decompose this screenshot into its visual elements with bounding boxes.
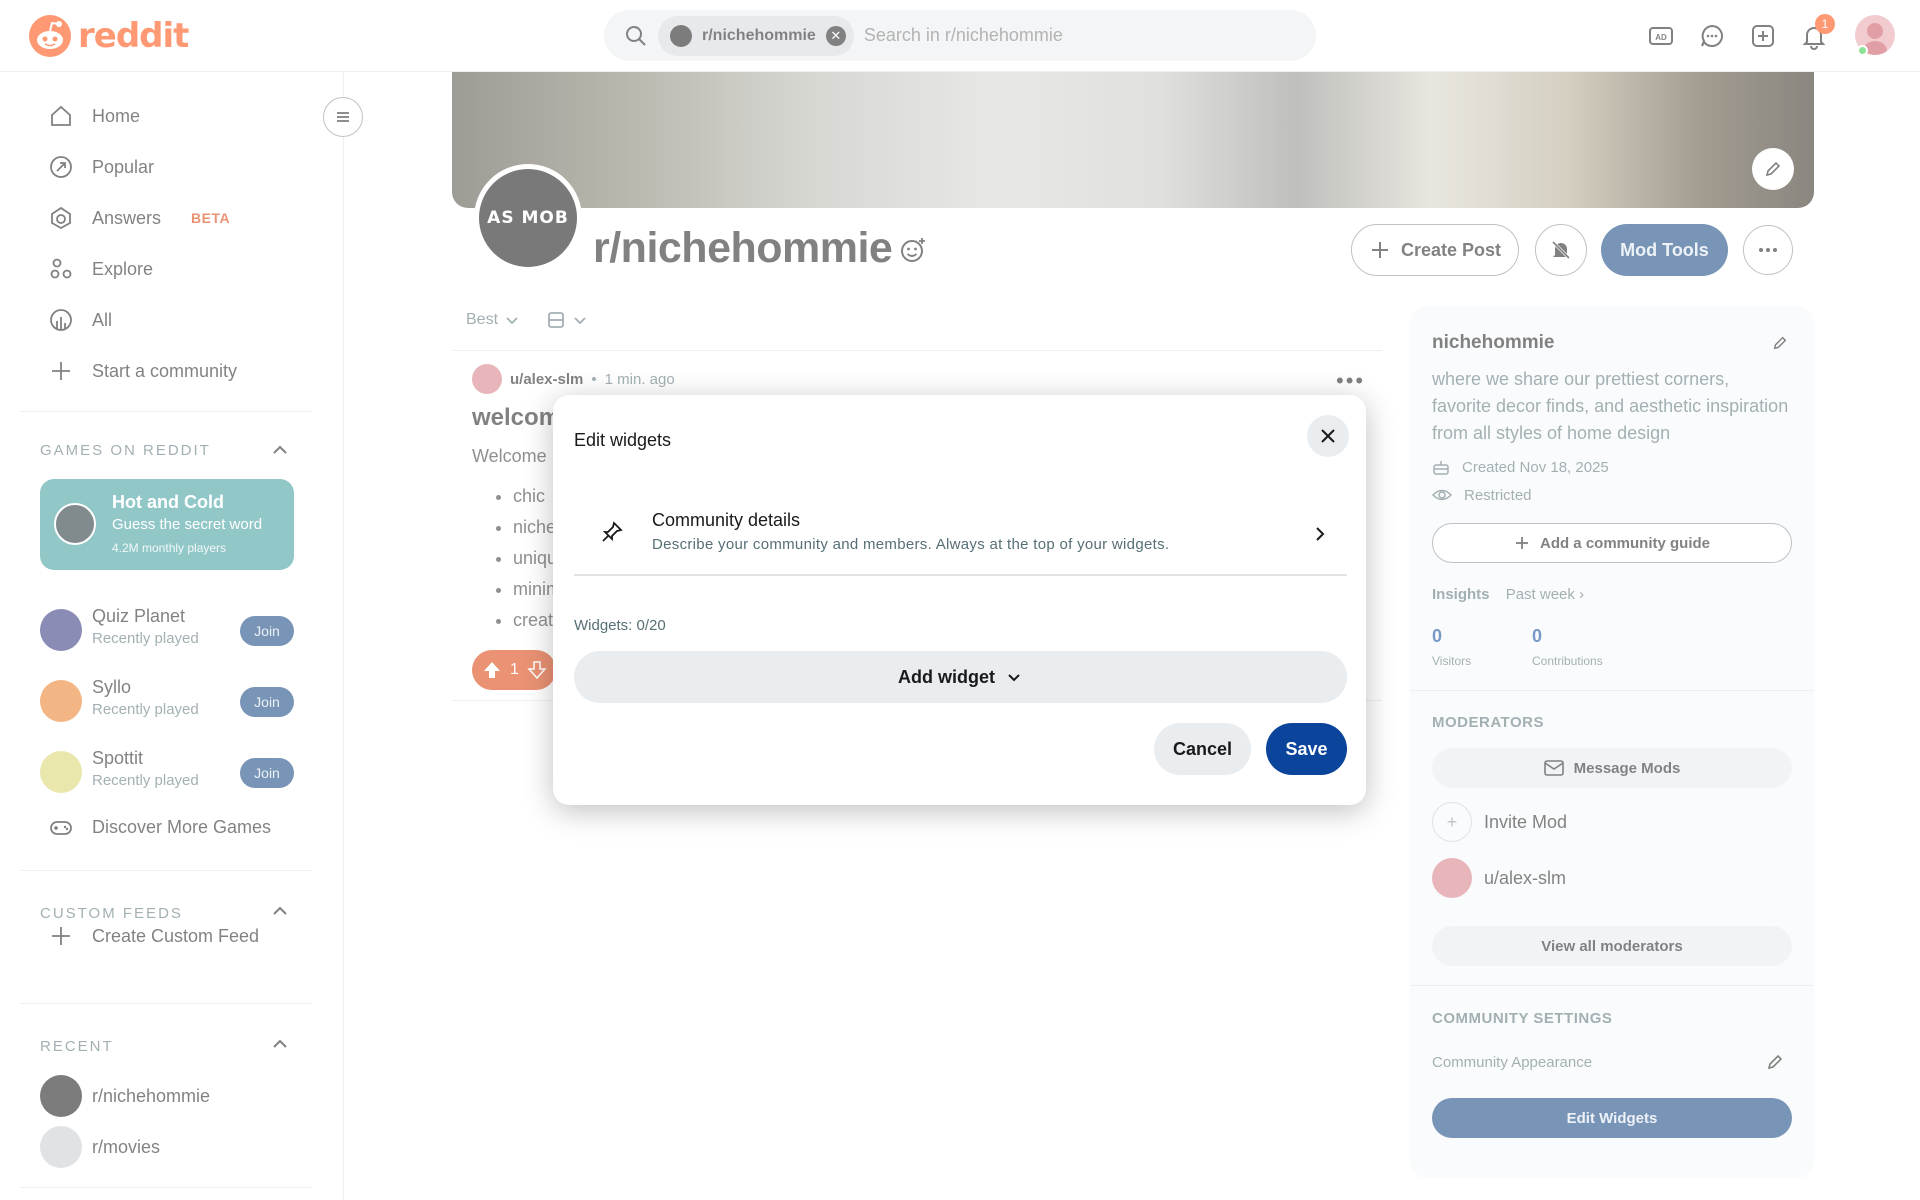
close-modal-button[interactable]	[1307, 415, 1349, 457]
community-details-title: Community details	[652, 510, 801, 530]
edit-widgets-modal: Edit widgets Community details Describe …	[553, 395, 1366, 805]
pin-icon	[602, 521, 623, 542]
close-icon	[1321, 429, 1335, 443]
cancel-button[interactable]: Cancel	[1154, 723, 1251, 775]
widget-count: Widgets: 0/20	[574, 617, 666, 634]
chevron-down-icon	[1008, 674, 1020, 682]
community-details-description: Describe your community and members. Alw…	[652, 536, 1170, 553]
chevron-right-icon	[1316, 527, 1325, 541]
cancel-label: Cancel	[1172, 738, 1233, 759]
community-details-widget[interactable]: Community details Describe your communit…	[574, 502, 1347, 576]
add-widget-label: Add widget	[898, 666, 995, 687]
modal-title: Edit widgets	[574, 430, 672, 450]
add-widget-button[interactable]: Add widget	[574, 651, 1347, 703]
save-label: Save	[1285, 738, 1328, 759]
save-button[interactable]: Save	[1266, 723, 1347, 775]
